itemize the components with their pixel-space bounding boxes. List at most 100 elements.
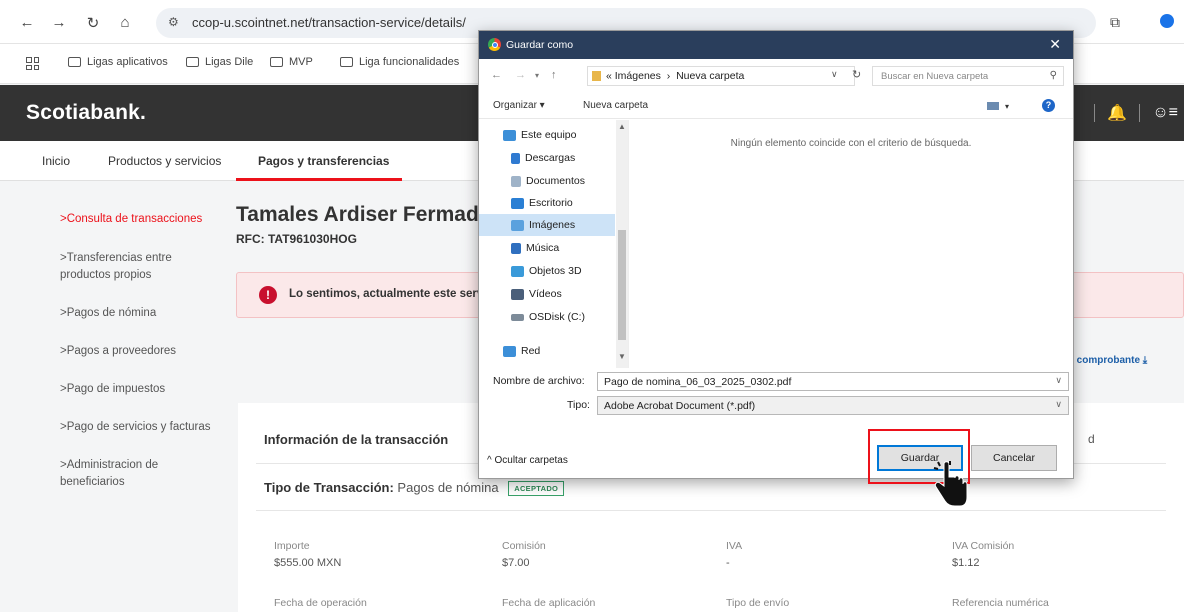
back-icon[interactable]: ← xyxy=(491,69,502,81)
chevron-down-icon[interactable]: ∨ xyxy=(1055,399,1062,410)
field-label-iva-comision: IVA Comisión xyxy=(952,540,1015,552)
tree-item-osdisk[interactable]: OSDisk (C:) xyxy=(479,306,615,328)
field-value-importe: $555.00 MXN xyxy=(274,557,342,569)
view-options-icon[interactable] xyxy=(987,102,999,110)
tab-inicio[interactable]: Inicio xyxy=(42,154,70,168)
computer-icon xyxy=(503,129,516,141)
tab-pagos-y-transferencias[interactable]: Pagos y transferencias xyxy=(258,154,389,168)
sidebar-item-pago-de-servicios[interactable]: >Pago de servicios y facturas xyxy=(60,419,230,436)
notifications-icon[interactable]: 🔔 xyxy=(1107,103,1127,123)
user-menu-icon[interactable]: ☺≡ xyxy=(1152,104,1178,122)
chevron-down-icon[interactable]: ▾ xyxy=(1005,102,1009,111)
up-folder-icon[interactable]: ↑ xyxy=(551,69,557,81)
filename-row: Nombre de archivo: Pago de nomina_06_03_… xyxy=(479,371,1073,393)
tree-item-musica[interactable]: Música xyxy=(479,237,615,259)
sidebar-item-pago-de-impuestos[interactable]: >Pago de impuestos xyxy=(60,381,230,398)
sidebar-item-pagos-a-proveedores[interactable]: >Pagos a proveedores xyxy=(60,343,230,360)
breadcrumb-imagenes[interactable]: Imágenes xyxy=(615,70,661,82)
field-label-fecha-operacion: Fecha de operación xyxy=(274,597,367,609)
filename-input[interactable]: Pago de nomina_06_03_2025_0302.pdf ∨ xyxy=(597,372,1069,391)
cube-icon xyxy=(511,265,524,277)
path-breadcrumb[interactable]: « Imágenes › Nueva carpeta xyxy=(587,66,855,86)
reload-icon[interactable]: ↻ xyxy=(84,14,102,32)
sidebar-item-consulta-de-transacciones[interactable]: >Consulta de transacciones xyxy=(60,211,230,228)
dialog-titlebar[interactable]: Guardar como ✕ xyxy=(479,31,1073,59)
transaction-type-value: Pagos de nómina xyxy=(397,480,499,495)
empty-state-message: Ningún elemento coincide con el criterio… xyxy=(730,138,972,149)
field-label-referencia-numerica: Referencia numérica xyxy=(952,597,1049,609)
tree-item-videos[interactable]: Vídeos xyxy=(479,283,615,305)
field-value-iva-comision: $1.12 xyxy=(952,557,980,569)
filetype-row: Tipo: Adobe Acrobat Document (*.pdf) ∨ xyxy=(479,395,1073,417)
tree-item-escritorio[interactable]: Escritorio xyxy=(479,192,615,214)
alert-icon: ! xyxy=(259,286,277,304)
filetype-select[interactable]: Adobe Acrobat Document (*.pdf) ∨ xyxy=(597,396,1069,415)
folder-icon xyxy=(186,57,199,67)
scrollbar-thumb[interactable] xyxy=(618,230,626,340)
tab-productos-y-servicios[interactable]: Productos y servicios xyxy=(108,154,221,168)
hand-cursor-icon xyxy=(933,461,968,507)
help-icon[interactable]: ? xyxy=(1042,99,1055,112)
tree-item-red[interactable]: Red xyxy=(479,340,615,362)
apps-icon[interactable] xyxy=(26,57,39,70)
video-icon xyxy=(511,288,524,300)
search-input[interactable]: Buscar en Nueva carpeta ⚲ xyxy=(872,66,1064,86)
bookmark-liga-funcionalidades[interactable]: Liga funcionalidades xyxy=(340,56,459,68)
scotiabank-logo[interactable]: Scotiabank. xyxy=(26,101,146,125)
bookmark-mvp[interactable]: MVP xyxy=(270,56,313,68)
navigation-tree: Este equipo Descargas Documentos Escrito… xyxy=(479,120,629,368)
sidebar-item-pagos-de-nomina[interactable]: >Pagos de nómina xyxy=(60,305,230,322)
home-icon[interactable]: ⌂ xyxy=(116,14,134,31)
bookmark-ligas-dile[interactable]: Ligas Dile xyxy=(186,56,253,68)
url-text: ccop-u.scointnet.net/transaction-service… xyxy=(192,15,466,30)
bookmark-ligas-aplicativos[interactable]: Ligas aplicativos xyxy=(68,56,168,68)
tree-item-documentos[interactable]: Documentos xyxy=(479,170,615,192)
tree-item-objetos-3d[interactable]: Objetos 3D xyxy=(479,260,615,282)
tree-scrollbar[interactable]: ▲ ▼ xyxy=(616,120,628,368)
sidebar-item-administracion-de-beneficiarios[interactable]: >Administracion de beneficiarios xyxy=(60,457,200,491)
folder-icon xyxy=(592,71,601,81)
forward-icon[interactable]: → xyxy=(50,14,68,31)
hide-folders-toggle[interactable]: ^ Ocultar carpetas xyxy=(487,455,568,466)
scroll-up-icon[interactable]: ▲ xyxy=(618,122,626,131)
transaction-type: Tipo de Transacción: Pagos de nómina ACE… xyxy=(264,480,565,497)
scroll-down-icon[interactable]: ▼ xyxy=(618,352,626,361)
pictures-icon xyxy=(511,219,524,231)
field-label-iva: IVA xyxy=(726,540,743,552)
download-receipt-link[interactable]: r comprobante ⤓ xyxy=(1070,355,1147,366)
organize-menu[interactable]: Organizar ▾ xyxy=(493,100,545,111)
close-icon[interactable]: ✕ xyxy=(1049,36,1061,53)
forward-icon[interactable]: → xyxy=(515,69,526,81)
breadcrumb-nueva-carpeta[interactable]: Nueva carpeta xyxy=(676,70,744,82)
sidebar-item-transferencias-entre-productos[interactable]: >Transferencias entre productos propios xyxy=(60,250,200,284)
file-list[interactable]: Ningún elemento coincide con el criterio… xyxy=(629,120,1073,368)
active-tab-indicator xyxy=(236,178,402,181)
site-info-icon[interactable]: ⚙ xyxy=(168,15,179,29)
field-value-iva: - xyxy=(726,557,730,569)
recent-locations-icon[interactable]: ▾ xyxy=(535,71,539,80)
tree-item-descargas[interactable]: Descargas xyxy=(479,147,615,169)
tree-item-este-equipo[interactable]: Este equipo xyxy=(479,124,615,146)
field-label-comision: Comisión xyxy=(502,540,546,552)
back-icon[interactable]: ← xyxy=(18,14,36,31)
refresh-icon[interactable]: ↻ xyxy=(852,68,861,81)
divider xyxy=(256,510,1166,511)
card-header-fragment: d xyxy=(1088,432,1095,446)
folder-icon xyxy=(340,57,353,67)
status-badge: ACEPTADO xyxy=(508,481,565,497)
download-icon: ⤓ xyxy=(1142,355,1148,366)
dialog-toolbar: Organizar ▾ Nueva carpeta ▾ ? xyxy=(479,93,1073,119)
profile-avatar[interactable] xyxy=(1160,14,1174,28)
extensions-icon[interactable]: ⧉ xyxy=(1110,14,1120,31)
field-value-comision: $7.00 xyxy=(502,557,530,569)
filetype-label: Tipo: xyxy=(567,399,590,411)
tree-item-imagenes[interactable]: Imágenes xyxy=(479,214,615,236)
new-folder-button[interactable]: Nueva carpeta xyxy=(583,100,648,111)
filename-label: Nombre de archivo: xyxy=(493,375,585,387)
dialog-title: Guardar como xyxy=(506,39,574,51)
path-dropdown-icon[interactable]: ∨ xyxy=(831,69,838,80)
chevron-down-icon[interactable]: ∨ xyxy=(1055,375,1062,386)
desktop-icon xyxy=(511,197,524,209)
cancel-button[interactable]: Cancelar xyxy=(971,445,1057,471)
field-label-importe: Importe xyxy=(274,540,310,552)
